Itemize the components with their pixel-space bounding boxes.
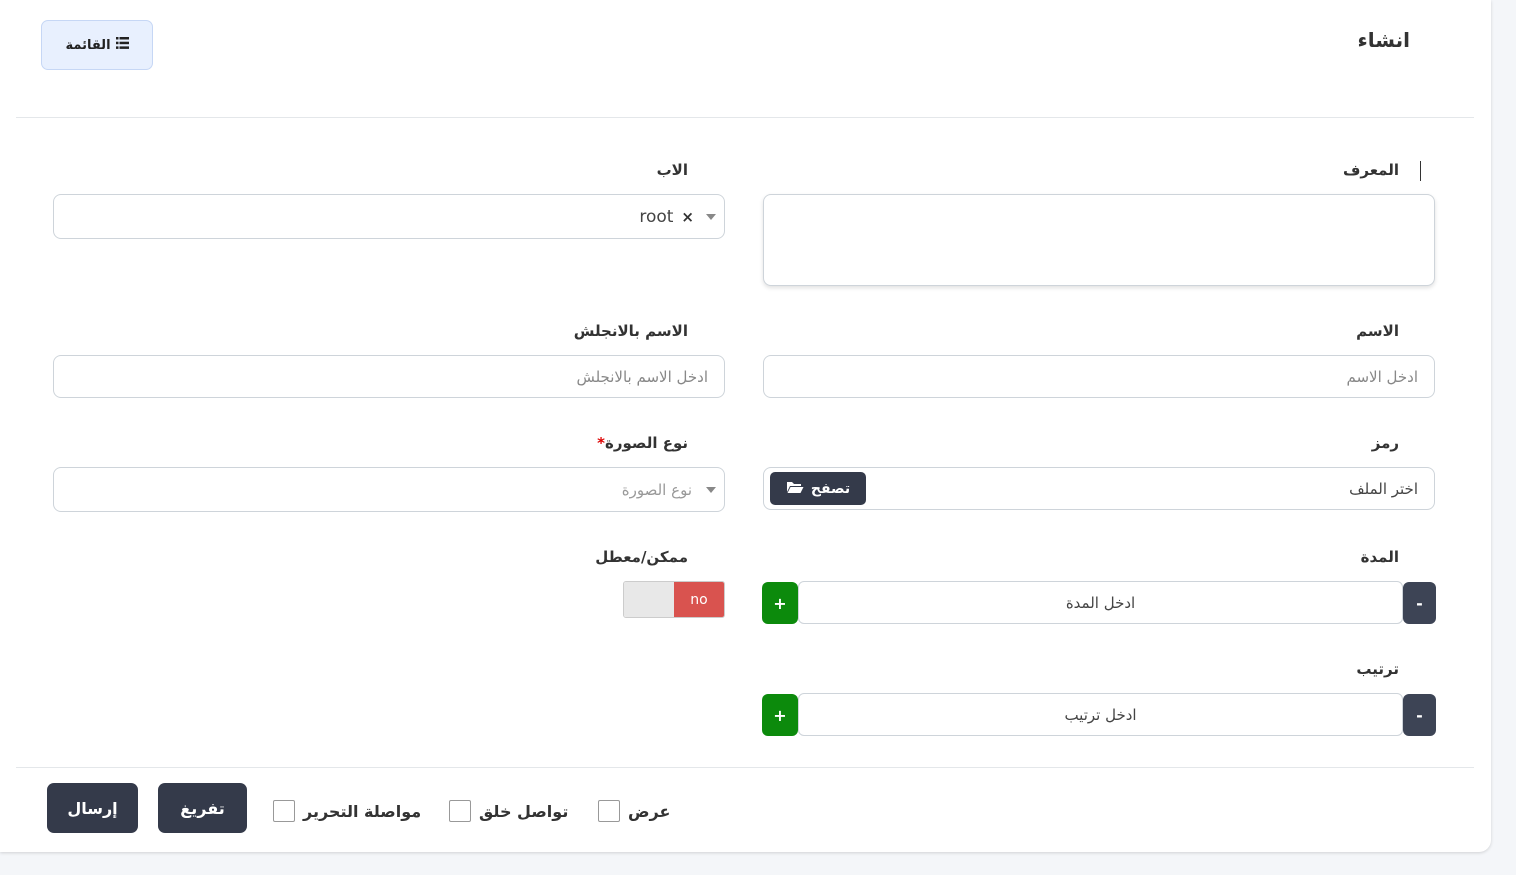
view-option[interactable]: عرض xyxy=(598,800,670,822)
view-label: عرض xyxy=(628,801,671,821)
page-title: انشاء xyxy=(1357,28,1410,52)
header-divider xyxy=(16,117,1474,118)
continue-creating-checkbox[interactable] xyxy=(449,800,471,822)
form-card: انشاء القائمة المعرف الاب × root الاسم ا… xyxy=(0,0,1491,852)
parent-selected-value: root xyxy=(639,206,674,227)
parent-label: الاب xyxy=(656,161,688,179)
order-input[interactable]: ادخل ترتيب xyxy=(798,693,1403,736)
image-type-placeholder: نوع الصورة xyxy=(621,480,692,499)
chevron-down-icon xyxy=(706,486,716,493)
order-increment-button[interactable]: + xyxy=(762,694,798,736)
chevron-down-icon xyxy=(706,213,716,220)
continue-editing-option[interactable]: مواصلة التحرير xyxy=(273,800,421,822)
required-mark: * xyxy=(597,434,606,452)
duration-input[interactable]: ادخل المدة xyxy=(798,581,1403,624)
duration-label: المدة xyxy=(1360,548,1399,566)
browse-button[interactable]: تصفح xyxy=(770,472,866,505)
submit-button[interactable]: إرسال xyxy=(47,783,138,833)
order-decrement-button[interactable]: - xyxy=(1403,694,1436,736)
symbol-label: رمز xyxy=(1371,434,1399,452)
identifier-label: المعرف xyxy=(1342,161,1399,179)
enabled-toggle[interactable]: no xyxy=(623,581,725,618)
toggle-off-handle xyxy=(624,582,674,617)
toggle-state-label: no xyxy=(674,582,724,617)
view-checkbox[interactable] xyxy=(598,800,620,822)
duration-increment-button[interactable]: + xyxy=(762,582,798,624)
enabled-label: ممكن/معطل xyxy=(595,548,688,566)
continue-editing-checkbox[interactable] xyxy=(273,800,295,822)
name-en-input[interactable]: ادخل الاسم بالانجلش xyxy=(53,355,725,398)
list-icon xyxy=(115,37,129,53)
name-label: الاسم xyxy=(1356,322,1399,340)
parent-select[interactable]: × root xyxy=(53,194,725,239)
list-button-label: القائمة xyxy=(65,37,111,53)
folder-open-icon xyxy=(786,480,804,498)
footer-divider xyxy=(16,767,1474,768)
name-input[interactable]: ادخل الاسم xyxy=(763,355,1435,398)
image-type-select[interactable]: نوع الصورة xyxy=(53,467,725,512)
order-label: ترتيب xyxy=(1356,660,1399,678)
image-type-label-text: نوع الصورة xyxy=(605,434,688,452)
name-en-label: الاسم بالانجلش xyxy=(573,322,688,340)
continue-creating-label: تواصل خلق xyxy=(479,801,569,821)
identifier-textarea[interactable] xyxy=(763,194,1435,286)
image-type-label: نوع الصورة* xyxy=(597,434,688,452)
duration-decrement-button[interactable]: - xyxy=(1403,582,1436,624)
list-button[interactable]: القائمة xyxy=(41,20,153,70)
clear-button[interactable]: تفريغ xyxy=(158,783,247,833)
text-cursor xyxy=(1420,161,1421,181)
continue-editing-label: مواصلة التحرير xyxy=(303,801,422,821)
browse-button-label: تصفح xyxy=(810,480,851,497)
clear-selection-icon[interactable]: × xyxy=(681,208,694,226)
continue-creating-option[interactable]: تواصل خلق xyxy=(449,800,568,822)
